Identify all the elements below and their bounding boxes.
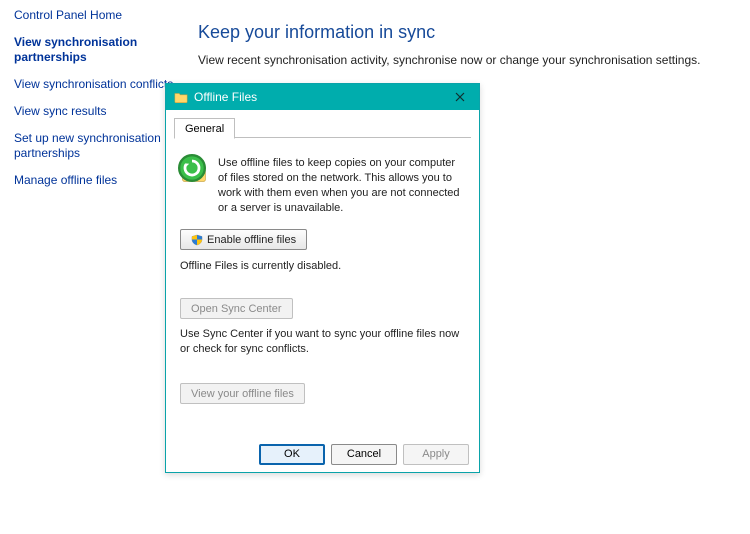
- sidebar-item-view-partnerships[interactable]: View synchronisation partnerships: [14, 35, 174, 65]
- offline-files-dialog: Offline Files General Use offline files …: [165, 83, 480, 473]
- tab-general[interactable]: General: [174, 118, 235, 139]
- dialog-description: Use offline files to keep copies on your…: [218, 156, 465, 215]
- view-offline-files-label: View your offline files: [191, 388, 294, 400]
- sync-center-sidebar: Control Panel Home View synchronisation …: [14, 8, 174, 200]
- close-icon[interactable]: [445, 86, 475, 108]
- dialog-title: Offline Files: [194, 90, 445, 104]
- enable-offline-files-button[interactable]: Enable offline files: [180, 229, 307, 250]
- dialog-titlebar[interactable]: Offline Files: [166, 84, 479, 110]
- enable-button-label: Enable offline files: [207, 234, 296, 246]
- sidebar-item-view-results[interactable]: View sync results: [14, 104, 174, 119]
- view-offline-files-button: View your offline files: [180, 383, 305, 404]
- open-sync-center-label: Open Sync Center: [191, 303, 282, 315]
- dialog-body: Use offline files to keep copies on your…: [166, 138, 479, 436]
- cancel-button[interactable]: Cancel: [331, 444, 397, 465]
- page-subtitle: View recent synchronisation activity, sy…: [198, 53, 718, 67]
- ok-button[interactable]: OK: [259, 444, 325, 465]
- uac-shield-icon: [191, 234, 203, 246]
- folder-icon: [174, 90, 188, 104]
- sidebar-item-setup-partnerships[interactable]: Set up new synchronisation partnerships: [14, 131, 174, 161]
- main-content: Keep your information in sync View recen…: [198, 22, 718, 67]
- apply-button: Apply: [403, 444, 469, 465]
- sidebar-item-manage-offline-files[interactable]: Manage offline files: [14, 173, 174, 188]
- offline-files-status: Offline Files is currently disabled.: [180, 260, 465, 272]
- offline-files-icon: [180, 156, 208, 186]
- dialog-footer: OK Cancel Apply: [166, 436, 479, 472]
- sidebar-item-view-conflicts[interactable]: View synchronisation conflicts: [14, 77, 174, 92]
- page-title: Keep your information in sync: [198, 22, 718, 43]
- sync-center-description: Use Sync Center if you want to sync your…: [180, 327, 465, 357]
- dialog-tabstrip: General: [174, 116, 471, 138]
- open-sync-center-button: Open Sync Center: [180, 298, 293, 319]
- sidebar-item-control-panel-home[interactable]: Control Panel Home: [14, 8, 174, 23]
